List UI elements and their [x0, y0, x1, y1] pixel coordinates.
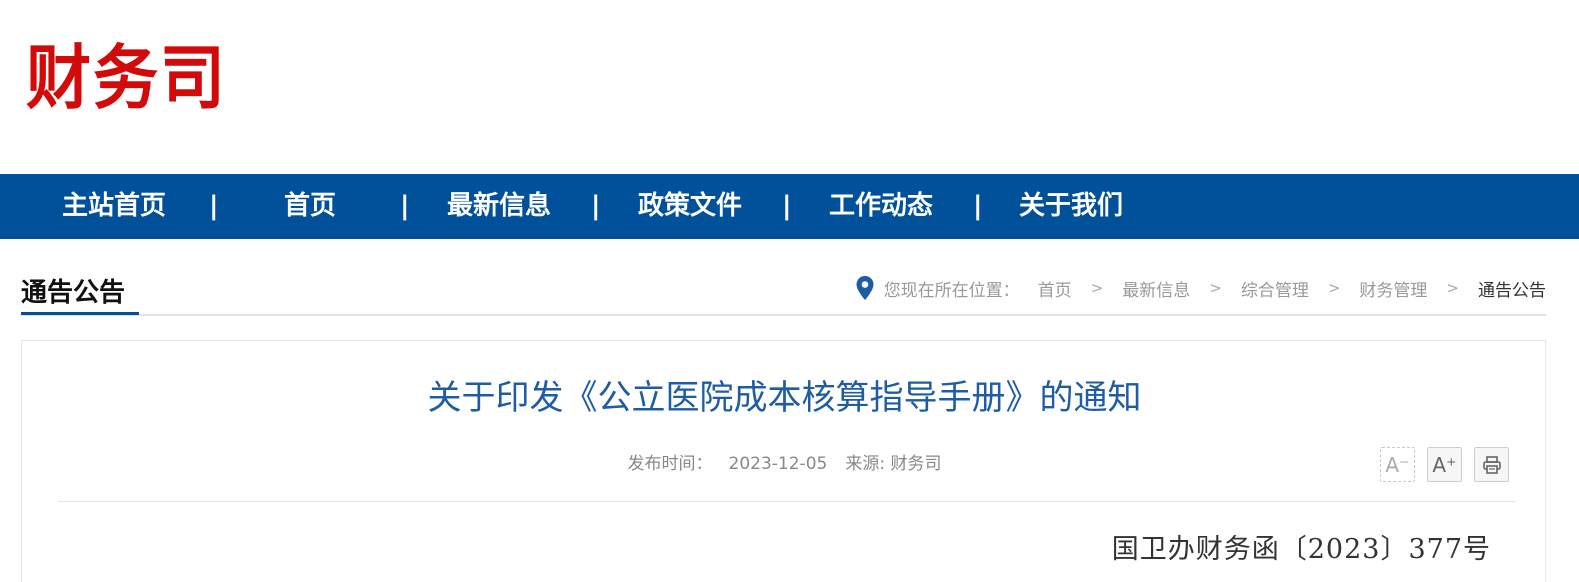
publish-date: 2023-12-05 [728, 454, 828, 474]
breadcrumb-separator: > [1446, 279, 1459, 297]
document-number: 国卫办财务函〔2023〕377号 [1111, 534, 1491, 565]
section-divider [21, 314, 1546, 316]
breadcrumb-separator: > [1327, 279, 1341, 297]
nav-item-latest[interactable]: 最新信息 [447, 174, 551, 239]
source-label: 来源: [845, 454, 886, 474]
section-title-underline [21, 312, 139, 315]
breadcrumb: 您现在所在位置： 首页 > 最新信息 > 综合管理 > 财务管理 > 通告公告 [856, 274, 1546, 302]
font-increase-button[interactable]: A⁺ [1427, 447, 1462, 482]
nav-item-policy[interactable]: 政策文件 [638, 174, 742, 239]
nav-separator: | [782, 191, 792, 221]
breadcrumb-separator: > [1209, 279, 1222, 297]
section-title: 通告公告 [21, 278, 126, 308]
breadcrumb-finance[interactable]: 财务管理 [1359, 276, 1427, 301]
breadcrumb-home[interactable]: 首页 [1038, 276, 1072, 301]
article-tools: A⁻ A⁺ [1380, 447, 1509, 482]
font-increase-icon: A⁺ [1432, 452, 1457, 477]
breadcrumb-current: 通告公告 [1478, 280, 1546, 301]
page: 财务司 主站首页 | 首页 | 最新信息 | 政策文件 | 工作动态 | 关于我… [0, 0, 1579, 582]
breadcrumb-general[interactable]: 综合管理 [1241, 276, 1309, 301]
article-title: 关于印发《公立医院成本核算指导手册》的通知 [427, 378, 1142, 418]
nav-item-home[interactable]: 首页 [284, 174, 336, 239]
printer-icon [1482, 455, 1501, 474]
article-meta: 发布时间： 2023-12-05 来源: 财务司 [22, 449, 1547, 474]
location-pin-icon [856, 276, 874, 300]
nav-item-about[interactable]: 关于我们 [1019, 174, 1123, 239]
nav-item-main-home[interactable]: 主站首页 [62, 174, 166, 239]
nav-separator: | [400, 191, 410, 221]
font-decrease-icon: A⁻ [1385, 452, 1410, 477]
nav-separator: | [591, 191, 601, 221]
font-decrease-button[interactable]: A⁻ [1380, 447, 1415, 482]
article-panel: 关于印发《公立医院成本核算指导手册》的通知 发布时间： 2023-12-05 来源:… [21, 340, 1546, 582]
breadcrumb-latest[interactable]: 最新信息 [1122, 276, 1190, 301]
nav-separator: | [973, 191, 983, 221]
article-divider [58, 501, 1516, 502]
site-header: 财务司 [0, 0, 1579, 174]
publish-label: 发布时间： [627, 454, 713, 474]
nav-separator: | [209, 191, 219, 221]
nav-item-work[interactable]: 工作动态 [829, 174, 933, 239]
breadcrumb-separator: > [1090, 279, 1104, 297]
source-value: 财务司 [890, 454, 942, 474]
print-button[interactable] [1474, 447, 1509, 482]
breadcrumb-label: 您现在所在位置： [883, 280, 1020, 301]
main-nav: 主站首页 | 首页 | 最新信息 | 政策文件 | 工作动态 | 关于我们 [0, 174, 1579, 239]
site-logo[interactable]: 财务司 [26, 38, 227, 118]
